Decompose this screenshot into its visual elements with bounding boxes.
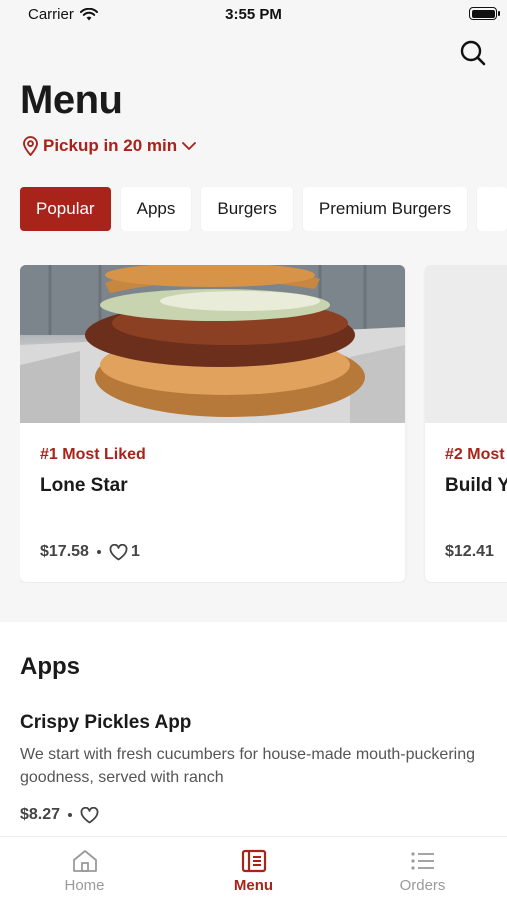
heart-icon[interactable]	[80, 806, 99, 824]
section-title: Apps	[20, 653, 80, 680]
search-button[interactable]	[458, 38, 488, 68]
menu-item-price: $8.27	[20, 806, 61, 823]
featured-card[interactable]: #1 Most Liked Lone Star $17.58 1	[20, 265, 405, 582]
menu-item-description: We start with fresh cucumbers for house-…	[20, 746, 476, 786]
location-pin-icon	[23, 136, 38, 156]
tab-home[interactable]: Home	[0, 837, 169, 900]
tab-label: Orders	[399, 877, 446, 894]
pickup-label: Pickup in 20 min	[43, 136, 178, 155]
food-photo	[425, 265, 507, 423]
apps-section: Apps Crispy Pickles App We start with fr…	[0, 622, 507, 836]
tab-menu[interactable]: Menu	[169, 837, 338, 900]
card-rank-tag: #2 Most	[445, 446, 505, 463]
chip-label: Popular	[36, 199, 95, 218]
featured-carousel[interactable]: #1 Most Liked Lone Star $17.58 1 #2 Most…	[20, 265, 507, 583]
chip-label: Premium Burgers	[318, 199, 452, 218]
separator-dot	[96, 550, 101, 554]
like-count[interactable]: 1	[109, 543, 140, 561]
tab-bar: Home Menu Orders	[0, 836, 507, 900]
card-item-name: Lone Star	[40, 475, 128, 496]
menu-item-name[interactable]: Crispy Pickles App	[20, 712, 191, 734]
chip-partial[interactable]	[477, 187, 507, 231]
status-bar: Carrier 3:55 PM	[0, 0, 507, 30]
menu-book-icon	[241, 849, 266, 873]
card-item-name: Build Y	[445, 475, 507, 496]
chip-label: Burgers	[217, 199, 277, 218]
like-count-value: 1	[130, 543, 140, 560]
chip-apps[interactable]: Apps	[120, 187, 192, 231]
battery-icon	[469, 7, 500, 20]
tab-label: Home	[64, 877, 105, 894]
page-title: Menu	[20, 78, 123, 122]
chip-popular[interactable]: Popular	[20, 187, 111, 231]
chevron-down-icon	[182, 142, 197, 150]
featured-card[interactable]: #2 Most Build Y $12.41	[425, 265, 507, 582]
search-icon	[460, 40, 486, 66]
card-price: $12.41	[445, 543, 494, 560]
tab-label: Menu	[233, 877, 274, 894]
pickup-time-selector[interactable]: Pickup in 20 min	[22, 136, 197, 156]
chip-burgers[interactable]: Burgers	[201, 187, 293, 231]
food-photo	[20, 265, 405, 423]
heart-icon	[109, 543, 128, 560]
card-price: $17.58	[40, 543, 89, 560]
chip-label: Apps	[136, 199, 176, 218]
card-price-row: $12.41	[445, 543, 494, 561]
card-price-row: $17.58 1	[40, 543, 140, 561]
separator-dot	[68, 813, 73, 817]
list-icon	[410, 852, 434, 870]
chip-premium-burgers[interactable]: Premium Burgers	[302, 187, 468, 231]
card-rank-tag: #1 Most Liked	[40, 446, 146, 463]
tab-orders[interactable]: Orders	[338, 837, 507, 900]
home-icon	[72, 850, 97, 872]
menu-item-price-row: $8.27	[20, 806, 99, 824]
status-time: 3:55 PM	[225, 6, 282, 23]
category-chips: Popular Apps Burgers Premium Burgers	[20, 187, 507, 231]
